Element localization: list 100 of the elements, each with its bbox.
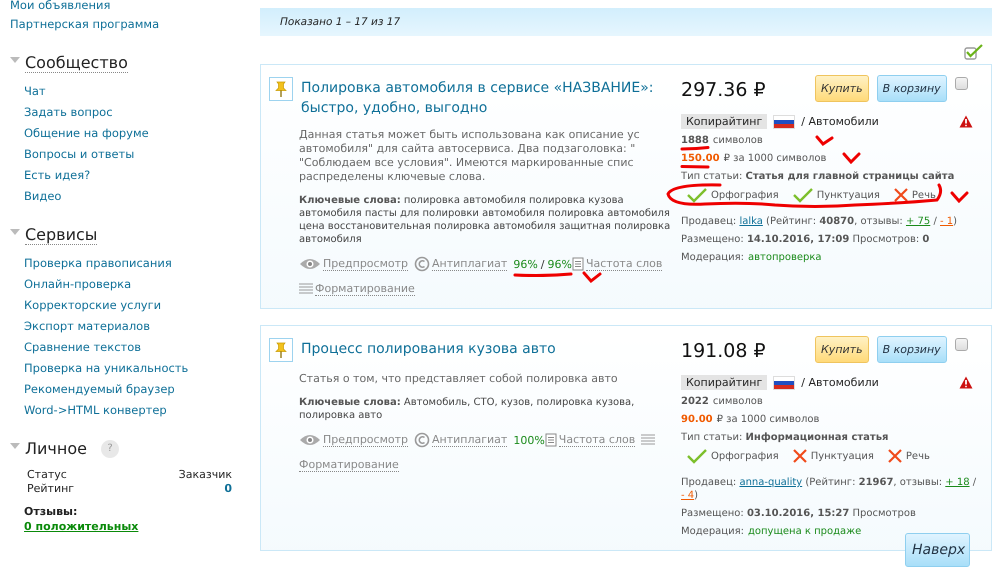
sidebar-link[interactable]: Задать вопрос — [24, 104, 113, 121]
document-icon — [572, 257, 584, 271]
hand-drawn-tick — [950, 190, 969, 202]
positive-reviews-link[interactable]: + 75 — [906, 216, 930, 227]
price-per-label: ₽ за 1000 символов — [716, 414, 820, 425]
article-type-text: Тип статьи: Статья для главной страницы сайта — [681, 170, 956, 183]
seller-text: Продавец: anna-quality (Рейтинг: 21967, отзывы: + 18 / - 4) — [681, 476, 978, 502]
copyright-icon — [414, 256, 430, 272]
lines-icon — [299, 283, 313, 295]
sidebar-link[interactable]: Вопросы и ответы — [24, 146, 134, 163]
check-label: Речь — [906, 450, 930, 462]
uniqueness-value: 100% — [513, 434, 545, 446]
sidebar-link[interactable]: Экспорт материалов — [24, 318, 150, 335]
negative-reviews-link[interactable]: - 4 — [681, 490, 694, 501]
preview-link[interactable]: Предпросмотр — [323, 257, 408, 271]
section-heading[interactable]: Сообщество — [25, 53, 128, 73]
uniqueness-value: 96% — [513, 258, 538, 270]
keywords-text: Ключевые слова: Автомобиль, СТО, кузов, полировка кузова, полировка авто — [299, 396, 636, 422]
results-count: Показано 1 – 17 из 17 — [280, 16, 400, 28]
collapse-triangle-icon — [10, 443, 20, 450]
section-heading[interactable]: Сервисы — [25, 225, 98, 245]
description-line: автомобиля" для сайта автосервиса. Два подзаголовка: " — [299, 142, 636, 156]
check-label: Пунктуация — [816, 190, 880, 200]
eye-icon — [299, 433, 321, 447]
check-label: Орфография — [711, 190, 779, 200]
hand-drawn-tick — [814, 134, 834, 146]
underline-mark — [513, 272, 574, 277]
sidebar-link[interactable]: Чат — [24, 83, 46, 100]
description-line: Статья о том, что представляет собой полировка авто — [299, 372, 619, 386]
eye-icon — [299, 257, 321, 271]
separator-slash: / — [540, 258, 544, 270]
reviews-link[interactable]: 0 положительных — [24, 520, 138, 533]
article-type-text: Тип статьи: Информационная статья — [681, 431, 890, 444]
keywords-text: Ключевые слова: полировка автомобиля полировка кузова автомобиля пасты для полировки автомобиля полировка автомобиля цена восстановительная полировка автомобиля защитная полировка автомобиля — [299, 194, 671, 246]
check-label: Речь — [912, 190, 936, 200]
hand-drawn-tick — [582, 271, 602, 283]
pushpin-icon — [269, 77, 293, 101]
price-per-label: ₽ за 1000 символов — [724, 153, 826, 164]
check-label: Орфография — [711, 450, 779, 462]
negative-reviews-link[interactable]: - 1 — [940, 216, 954, 227]
characters-label: символов — [712, 135, 763, 146]
collapse-triangle-icon — [10, 229, 20, 236]
buy-button[interactable]: Купить — [815, 75, 869, 102]
character-count: 1888 — [681, 134, 709, 147]
sidebar-link[interactable]: Видео — [24, 188, 62, 205]
moderation-status: допущена к продаже — [748, 526, 862, 537]
article-title[interactable]: Процесс полирования кузова авто — [301, 339, 556, 359]
seller-link[interactable]: lalka — [739, 216, 763, 227]
article-title[interactable]: Полировка автомобиля в сервисе «НАЗВАНИЕ»: быстро, удобно, выгодно — [301, 78, 671, 118]
seller-text: Продавец: lalka (Рейтинг: 40870, отзывы: + 75 / - 1) — [681, 215, 958, 228]
sidebar-link[interactable]: Корректорские услуги — [24, 297, 162, 314]
russian-flag-icon — [773, 114, 796, 128]
sidebar-link[interactable]: Онлайн-проверка — [24, 276, 132, 293]
word-frequency-link[interactable]: Частота слов — [558, 433, 636, 447]
price: 191.08 ₽ — [681, 340, 767, 362]
sidebar-link[interactable]: Есть идея? — [24, 167, 90, 184]
select-checkbox[interactable] — [954, 77, 968, 90]
sidebar-link[interactable]: Партнерская программа — [10, 16, 160, 33]
description-line: Данная статья может быть использована как описание ус — [299, 128, 641, 142]
antiplagiat-link[interactable]: Антиплагиат — [432, 257, 508, 271]
preview-link[interactable]: Предпросмотр — [323, 433, 408, 447]
back-to-top-button[interactable]: Наверх — [905, 533, 970, 567]
warning-icon — [959, 115, 973, 128]
price-per-thousand: 90.00 — [681, 413, 713, 426]
formatting-link[interactable]: Форматирование — [315, 282, 415, 296]
moderation-status: автопроверка — [748, 252, 822, 263]
buy-button[interactable]: Купить — [815, 336, 869, 363]
sidebar-link[interactable]: Проверка на уникальность — [24, 360, 188, 377]
category-tag: Копирайтинг — [681, 114, 768, 129]
sidebar-link[interactable]: Сравнение текстов — [24, 339, 142, 356]
description-line: "Соблюдаем все условия". Имеются маркированные спис — [299, 156, 635, 170]
price: 297.36 ₽ — [681, 79, 767, 101]
sidebar-link[interactable]: Рекомендуемый браузер — [24, 381, 175, 398]
select-checkbox[interactable] — [954, 338, 968, 351]
subject-text: / Автомобили — [801, 376, 880, 389]
characters-label: символов — [712, 396, 763, 407]
copyright-icon — [414, 432, 430, 448]
seller-link[interactable]: anna-quality — [739, 477, 802, 488]
positive-reviews-link[interactable]: + 18 — [945, 477, 970, 488]
add-to-cart-button[interactable]: В корзину — [876, 336, 947, 363]
select-all-checkbox[interactable] — [964, 44, 984, 60]
add-to-cart-button[interactable]: В корзину — [876, 75, 947, 102]
sidebar-link[interactable]: Word->HTML конвертер — [24, 402, 167, 419]
sidebar-link[interactable]: Проверка правописания — [24, 255, 172, 272]
uniqueness-value: 96% — [548, 258, 572, 270]
check-label: Пунктуация — [810, 450, 874, 462]
antiplagiat-link[interactable]: Антиплагиат — [432, 433, 508, 447]
russian-flag-icon — [773, 376, 796, 390]
sidebar-link[interactable]: Мои объявления — [10, 0, 110, 14]
posted-text: Размещено: 03.10.2016, 15:27 Просмотров — [681, 507, 917, 520]
price-per-thousand: 150.00 — [681, 152, 720, 165]
category-tag: Копирайтинг — [681, 375, 768, 390]
moderation-label: Модерация: — [681, 252, 744, 263]
sidebar-link[interactable]: Общение на форуме — [24, 125, 149, 142]
formatting-link[interactable]: Форматирование — [299, 458, 399, 472]
collapse-triangle-icon — [10, 57, 20, 64]
row-value: 0 — [224, 482, 232, 495]
word-frequency-link[interactable]: Частота слов — [586, 257, 662, 271]
pushpin-icon — [269, 338, 293, 362]
description-line: распределены ключевые слова. — [299, 170, 486, 184]
